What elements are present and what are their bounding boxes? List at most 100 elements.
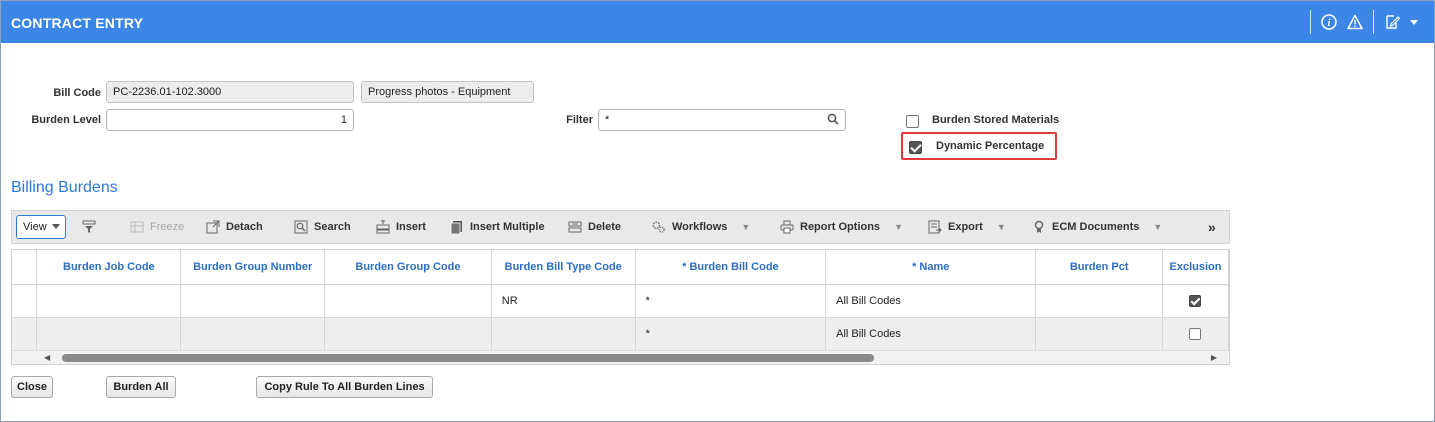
delete-label: Delete — [588, 221, 622, 233]
freeze-label: Freeze — [150, 221, 185, 233]
insert-multiple-button[interactable]: Insert Multiple — [450, 211, 545, 243]
horizontal-scrollbar[interactable]: ◀ ▶ — [12, 350, 1229, 364]
burden-bill-type-code-cell[interactable]: NR — [491, 284, 636, 318]
burden-bill-code-cell[interactable]: * — [635, 284, 827, 318]
exclusion-cell[interactable] — [1162, 317, 1229, 351]
search-label: Search — [314, 221, 351, 233]
contract-entry-window: CONTRACT ENTRY i Bill Code PC-2236.01-10… — [0, 0, 1435, 422]
burden-group-number-cell[interactable] — [180, 317, 326, 351]
chevron-down-icon[interactable] — [1404, 12, 1424, 32]
bill-code-description-field[interactable]: Progress photos - Equipment — [361, 81, 534, 103]
edit-note-icon[interactable] — [1382, 12, 1402, 32]
row-selector-header — [12, 250, 38, 285]
title-bar-icons: i — [1302, 10, 1424, 34]
bill-code-field[interactable]: PC-2236.01-102.3000 — [106, 81, 354, 103]
row-selector[interactable] — [12, 317, 38, 351]
table-row[interactable]: * All Bill Codes — [12, 317, 1229, 351]
warning-icon[interactable] — [1345, 12, 1365, 32]
burden-group-code-cell[interactable] — [324, 284, 492, 318]
title-bar: CONTRACT ENTRY i — [1, 1, 1434, 43]
column-header[interactable]: Burden Job Code — [36, 250, 182, 285]
ecm-documents-icon — [1032, 220, 1046, 234]
burden-stored-materials-checkbox[interactable] — [906, 115, 919, 128]
export-label: Export — [948, 221, 983, 233]
column-header[interactable]: Burden Pct — [1035, 250, 1163, 285]
column-header[interactable]: Burden Group Code — [324, 250, 492, 285]
insert-multiple-icon — [450, 220, 464, 234]
grid-toolbar: View Freeze Detach Search Insert Insert … — [11, 210, 1230, 244]
delete-button[interactable]: Delete — [568, 211, 621, 243]
column-header[interactable]: Burden Group Number — [180, 250, 326, 285]
detach-button[interactable]: Detach — [206, 211, 263, 243]
scrollbar-thumb[interactable] — [62, 354, 874, 362]
billing-burdens-title: Billing Burdens — [11, 179, 118, 196]
close-button[interactable]: Close — [11, 376, 53, 398]
insert-label: Insert — [396, 221, 426, 233]
chevron-down-icon: ▼ — [1153, 222, 1163, 232]
insert-multiple-label: Insert Multiple — [470, 221, 545, 233]
burden-pct-cell[interactable] — [1035, 317, 1163, 351]
row-selector[interactable] — [12, 284, 38, 318]
search-icon[interactable] — [827, 113, 839, 128]
burden-all-button[interactable]: Burden All — [106, 376, 176, 398]
burden-level-field[interactable]: 1 — [106, 109, 354, 131]
divider — [1373, 10, 1374, 34]
burden-group-code-cell[interactable] — [324, 317, 492, 351]
table-row[interactable]: NR * All Bill Codes — [12, 284, 1229, 318]
search-button[interactable]: Search — [294, 211, 351, 243]
search-icon — [294, 220, 308, 234]
divider — [1310, 10, 1311, 34]
scroll-right-icon[interactable]: ▶ — [1211, 353, 1217, 362]
burden-job-code-cell[interactable] — [36, 317, 182, 351]
export-icon — [928, 220, 942, 234]
burden-job-code-cell[interactable] — [36, 284, 182, 318]
burden-pct-cell[interactable] — [1035, 284, 1163, 318]
billing-burdens-grid: Burden Job Code Burden Group Number Burd… — [11, 249, 1230, 365]
printer-icon — [780, 220, 794, 234]
bill-code-label: Bill Code — [53, 87, 101, 99]
name-cell[interactable]: All Bill Codes — [825, 317, 1037, 351]
insert-button[interactable]: Insert — [376, 211, 426, 243]
delete-row-icon — [568, 220, 582, 234]
name-cell[interactable]: All Bill Codes — [825, 284, 1037, 318]
workflows-label: Workflows — [672, 221, 728, 233]
column-header[interactable]: Burden Bill Type Code — [491, 250, 636, 285]
dynamic-percentage-checkbox[interactable] — [909, 141, 922, 154]
window-title: CONTRACT ENTRY — [11, 15, 144, 31]
export-button[interactable]: Export ▼ — [928, 211, 1006, 243]
filter-rows-button[interactable] — [82, 211, 96, 243]
more-button[interactable]: » — [1208, 211, 1216, 243]
chevron-down-icon: ▼ — [741, 222, 751, 232]
detach-icon — [206, 220, 220, 234]
column-header[interactable]: * Name — [825, 250, 1037, 285]
detach-label: Detach — [226, 221, 263, 233]
report-options-button[interactable]: Report Options ▼ — [780, 211, 903, 243]
burden-bill-type-code-cell[interactable] — [491, 317, 636, 351]
column-header[interactable]: * Burden Bill Code — [635, 250, 827, 285]
workflows-button[interactable]: Workflows ▼ — [652, 211, 750, 243]
burden-stored-materials-label: Burden Stored Materials — [932, 114, 1060, 126]
insert-row-icon — [376, 220, 390, 234]
report-options-label: Report Options — [800, 221, 881, 233]
burden-group-number-cell[interactable] — [180, 284, 326, 318]
exclusion-checkbox[interactable] — [1189, 294, 1202, 307]
grid-header-row: Burden Job Code Burden Group Number Burd… — [12, 250, 1229, 285]
burden-bill-code-cell[interactable]: * — [635, 317, 827, 351]
burden-level-label: Burden Level — [31, 114, 101, 126]
ecm-documents-button[interactable]: ECM Documents ▼ — [1032, 211, 1162, 243]
exclusion-checkbox[interactable] — [1189, 327, 1202, 340]
chevron-down-icon: ▼ — [996, 222, 1006, 232]
exclusion-cell[interactable] — [1162, 284, 1229, 318]
svg-text:i: i — [1328, 18, 1331, 29]
scroll-left-icon[interactable]: ◀ — [44, 353, 50, 362]
dynamic-percentage-label: Dynamic Percentage — [936, 140, 1045, 152]
copy-rule-button[interactable]: Copy Rule To All Burden Lines — [256, 376, 433, 398]
freeze-button[interactable]: Freeze — [130, 211, 184, 243]
filter-input[interactable]: * — [598, 109, 846, 131]
chevron-down-icon: ▼ — [894, 222, 903, 232]
column-header[interactable]: Exclusion — [1162, 250, 1229, 285]
filter-label: Filter — [566, 114, 593, 126]
info-icon[interactable]: i — [1319, 12, 1339, 32]
view-label: View — [23, 221, 47, 233]
view-dropdown[interactable]: View — [16, 215, 66, 239]
